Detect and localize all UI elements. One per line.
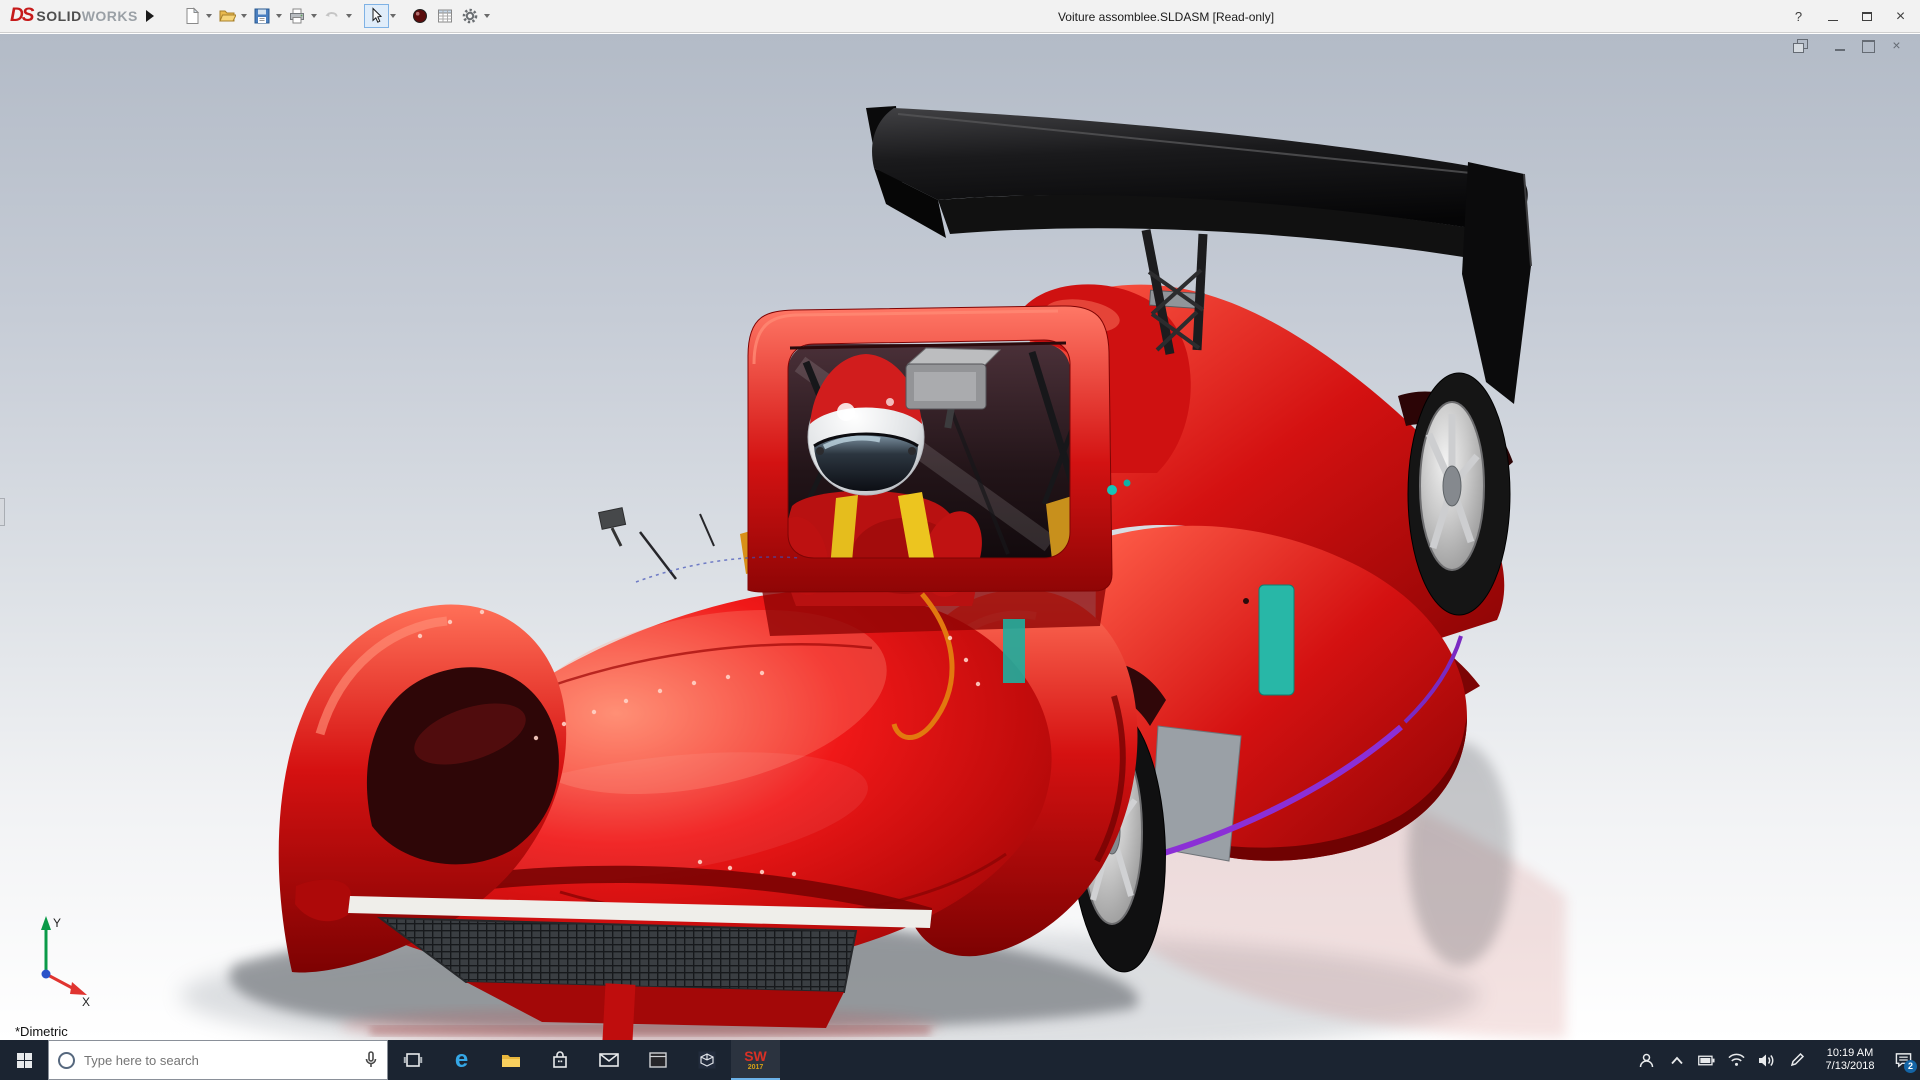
taskbar-search[interactable] [48,1040,388,1080]
titlebar: DS SOLID WORKS Voiture assomblee.SLDASM … [0,0,1920,33]
view-orientation-label: *Dimetric [15,1024,68,1039]
edge-icon: e [454,1046,469,1073]
triad-y-label: Y [53,916,61,930]
save-button[interactable] [250,4,275,28]
design-table-button[interactable] [433,4,458,28]
options-dropdown-icon[interactable] [483,14,490,18]
system-tray: 10:19 AM 7/13/2018 2 [1638,1040,1920,1080]
volume-button[interactable] [1758,1052,1775,1069]
window-controls: ? × [1785,0,1914,33]
clock-time: 10:19 AM [1826,1047,1874,1059]
window-title: Voiture assomblee.SLDASM [Read-only] [1057,9,1275,24]
cortana-icon [58,1051,75,1069]
undo-button[interactable] [320,4,345,28]
select-tool-button[interactable] [363,4,389,28]
undo-icon [325,12,338,17]
solidworks-logo: DS SOLID WORKS [10,5,138,27]
print-button[interactable] [285,4,310,28]
file-explorer-icon [501,1054,520,1067]
battery-icon [1698,1055,1715,1065]
start-button[interactable] [0,1040,48,1080]
new-document-button[interactable] [180,4,205,28]
console-window-icon [648,1052,667,1068]
edge-button[interactable]: e [437,1040,486,1080]
maximize-button[interactable] [1853,5,1880,29]
help-button[interactable]: ? [1785,5,1812,29]
left-pane-splitter-handle[interactable] [0,498,5,526]
save-floppy-icon [254,8,270,24]
child-window-close-icon[interactable]: × [1889,38,1904,52]
appearance-sphere-icon [413,9,428,23]
search-input[interactable] [84,1052,355,1068]
hidden-icons-button[interactable] [1668,1052,1685,1069]
taskbar: e SW 2017 [0,1040,1920,1080]
print-dropdown-icon[interactable] [310,14,317,18]
network-button[interactable] [1728,1052,1745,1069]
chevron-up-icon [1670,1056,1683,1064]
main-toolbar [180,4,493,28]
orientation-triad: Y X [41,916,90,1009]
minimize-button[interactable] [1819,5,1846,29]
new-dropdown-icon[interactable] [205,14,212,18]
child-window-minimize-icon[interactable] [1833,39,1848,52]
child-window-restore-icon[interactable] [1793,39,1808,53]
appearance-button[interactable] [408,4,433,28]
cad-cube-icon [698,1051,715,1069]
menu-flyout-arrow-icon[interactable] [145,10,154,22]
clock[interactable]: 10:19 AM 7/13/2018 [1818,1047,1882,1073]
undo-dropdown-icon[interactable] [345,14,352,18]
mail-button[interactable] [584,1040,633,1080]
store-button[interactable] [535,1040,584,1080]
battery-button[interactable] [1698,1052,1715,1069]
open-folder-icon [219,10,237,22]
notification-badge: 2 [1904,1059,1917,1073]
options-button[interactable] [458,4,483,28]
task-view-button[interactable] [388,1040,437,1080]
pen-icon [1790,1052,1804,1067]
open-dropdown-icon[interactable] [240,14,247,18]
select-cursor-icon [372,7,383,23]
people-button[interactable] [1638,1052,1655,1069]
pen-button[interactable] [1788,1052,1805,1069]
ds-logo-mark: DS [10,5,34,26]
task-view-icon [403,1053,422,1067]
design-table-icon [438,9,453,23]
graphics-area[interactable]: Y X × *Dimetric [0,34,1920,1040]
brand-solid: SOLID [36,8,82,24]
console-app-button[interactable] [633,1040,682,1080]
child-window-maximize-icon[interactable] [1861,39,1876,53]
file-explorer-button[interactable] [486,1040,535,1080]
maximize-icon [1861,12,1872,21]
save-dropdown-icon[interactable] [275,14,282,18]
solidworks-2017-button[interactable]: SW 2017 [731,1040,780,1080]
mail-icon [598,1053,619,1067]
minimize-icon [1827,20,1838,21]
new-document-icon [186,7,200,24]
people-icon [1639,1053,1654,1067]
action-center-button[interactable]: 2 [1895,1052,1917,1073]
store-bag-icon [552,1051,567,1068]
close-button[interactable]: × [1887,5,1914,29]
brand-works: WORKS [81,8,138,24]
select-dropdown-icon[interactable] [389,14,396,18]
options-gear-icon [463,8,478,24]
windows-logo-icon [16,1052,32,1068]
speaker-icon [1759,1054,1774,1066]
print-icon [290,8,305,24]
triad-x-label: X [82,995,90,1009]
clock-date: 7/13/2018 [1825,1060,1875,1072]
microphone-icon[interactable] [364,1051,378,1069]
cad-viewer-button[interactable] [682,1040,731,1080]
document-window-controls: × [1793,38,1904,53]
solidworks-2017-icon: SW 2017 [744,1048,767,1071]
model-render-race-car[interactable]: Y X [0,34,1920,1040]
wifi-icon [1728,1053,1745,1066]
open-button[interactable] [215,4,240,28]
